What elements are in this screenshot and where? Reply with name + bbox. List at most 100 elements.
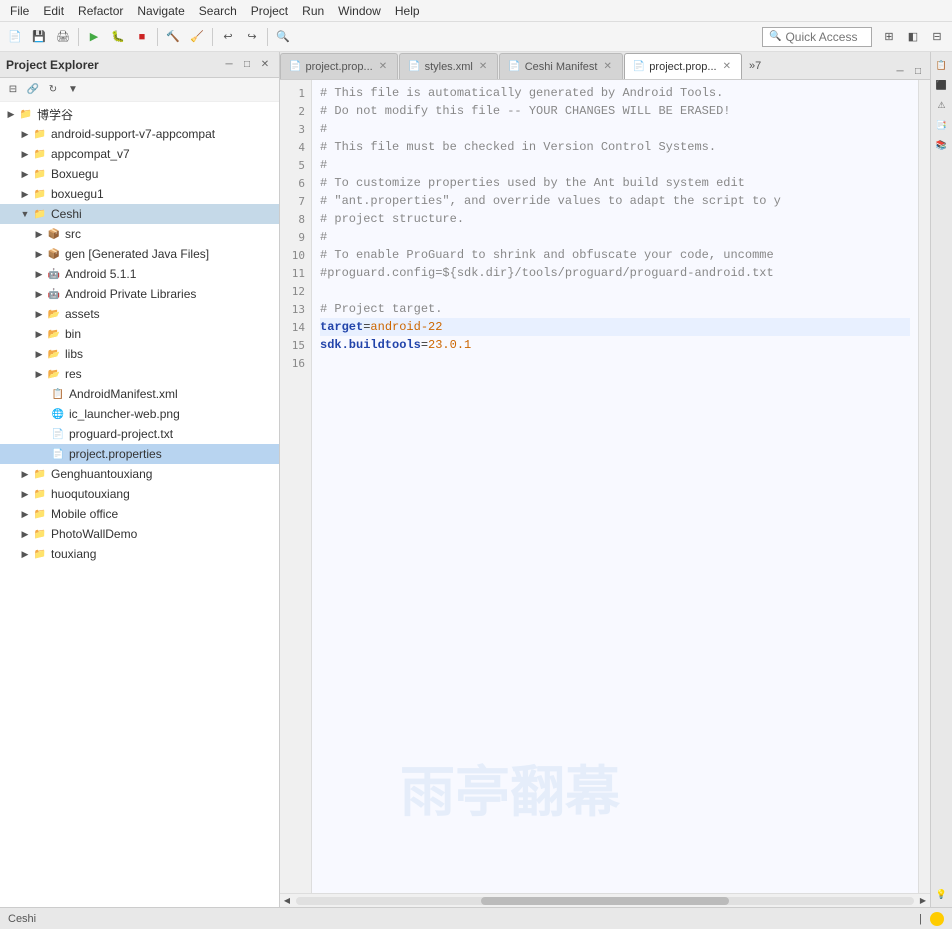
tab-label: Ceshi Manifest xyxy=(525,61,598,73)
clean-btn[interactable]: 🧹 xyxy=(186,26,208,48)
expand-arrow: ▶ xyxy=(18,129,32,140)
layout-btn[interactable]: ⊟ xyxy=(926,26,948,48)
problems-btn[interactable]: ⚠ xyxy=(933,96,951,114)
expand-arrow: ▶ xyxy=(32,369,46,380)
scroll-track[interactable] xyxy=(296,897,914,905)
tree-label: ic_launcher-web.png xyxy=(69,407,180,421)
project-icon: 📁 xyxy=(32,546,48,562)
tree-item-bin[interactable]: ▶ 📂 bin xyxy=(0,324,279,344)
menu-help[interactable]: Help xyxy=(389,2,426,20)
line-num-16: 16 xyxy=(280,354,311,372)
tree-item-src[interactable]: ▶ 📦 src xyxy=(0,224,279,244)
tree-item-touxiang[interactable]: ▶ 📁 touxiang xyxy=(0,544,279,564)
code-line-1: # This file is automatically generated b… xyxy=(320,84,910,102)
tab-overflow-button[interactable]: »7 xyxy=(743,53,767,79)
tab-styles[interactable]: 📄 styles.xml ✕ xyxy=(399,53,498,79)
scroll-right-arrow[interactable]: ▶ xyxy=(916,894,930,908)
new-btn[interactable]: 📄 xyxy=(4,26,26,48)
tree-label: appcompat_v7 xyxy=(51,147,130,161)
view-btn[interactable]: ◧ xyxy=(902,26,924,48)
line-num-4: 4 xyxy=(280,138,311,156)
tree-item-android-private[interactable]: ▶ 🤖 Android Private Libraries xyxy=(0,284,279,304)
outline-btn[interactable]: 📑 xyxy=(933,116,951,134)
scroll-thumb[interactable] xyxy=(481,897,728,905)
tab-close-btn[interactable]: ✕ xyxy=(601,60,613,73)
panel-menu-btn[interactable]: ▼ xyxy=(64,81,82,99)
console-btn[interactable]: ⬛ xyxy=(933,76,951,94)
menu-navigate[interactable]: Navigate xyxy=(131,2,190,20)
bottom-icon-btn[interactable]: 💡 xyxy=(933,885,951,903)
quick-access-input[interactable] xyxy=(785,30,865,44)
menu-file[interactable]: File xyxy=(4,2,35,20)
save-btn[interactable]: 💾 xyxy=(28,26,50,48)
tree-item-boxuegu1[interactable]: ▶ 📁 boxuegu1 xyxy=(0,184,279,204)
horizontal-scrollbar[interactable]: ◀ ▶ xyxy=(280,893,930,907)
tree-item-libs[interactable]: ▶ 📂 libs xyxy=(0,344,279,364)
expand-arrow: ▶ xyxy=(18,509,32,520)
menu-refactor[interactable]: Refactor xyxy=(72,2,129,20)
debug-btn[interactable]: 🐛 xyxy=(107,26,129,48)
code-text: # xyxy=(320,156,327,174)
tab-ceshi-manifest[interactable]: 📄 Ceshi Manifest ✕ xyxy=(499,53,623,79)
menu-run[interactable]: Run xyxy=(296,2,330,20)
tab-bar-minimize[interactable]: ─ xyxy=(892,63,908,79)
src-icon: 📦 xyxy=(46,226,62,242)
panel-minimize-btn[interactable]: ─ xyxy=(221,57,237,73)
tab-project-prop-active[interactable]: 📄 project.prop... ✕ xyxy=(624,53,742,79)
perspective-btn[interactable]: ⊞ xyxy=(878,26,900,48)
tree-item-android-support[interactable]: ▶ 📁 android-support-v7-appcompat xyxy=(0,124,279,144)
history-btn[interactable]: 📚 xyxy=(933,136,951,154)
menu-edit[interactable]: Edit xyxy=(37,2,70,20)
tree-item-博学谷[interactable]: ▶ 📁 博学谷 xyxy=(0,104,279,124)
tab-project-prop-1[interactable]: 📄 project.prop... ✕ xyxy=(280,53,398,79)
tree-item-Boxuegu[interactable]: ▶ 📁 Boxuegu xyxy=(0,164,279,184)
tree-item-android511[interactable]: ▶ 🤖 Android 5.1.1 xyxy=(0,264,279,284)
redo-btn[interactable]: ↪ xyxy=(241,26,263,48)
menu-window[interactable]: Window xyxy=(332,2,387,20)
line-num-3: 3 xyxy=(280,120,311,138)
folder-icon: 📂 xyxy=(46,366,62,382)
image-file-icon: 🌐 xyxy=(50,406,66,422)
stop-btn[interactable]: ■ xyxy=(131,26,153,48)
tab-close-btn[interactable]: ✕ xyxy=(721,60,733,73)
panel-close-btn[interactable]: ✕ xyxy=(257,57,273,73)
panel-maximize-btn[interactable]: □ xyxy=(239,57,255,73)
tree-item-res[interactable]: ▶ 📂 res xyxy=(0,364,279,384)
tree-item-assets[interactable]: ▶ 📂 assets xyxy=(0,304,279,324)
tree-item-androidmanifest[interactable]: 📋 AndroidManifest.xml xyxy=(0,384,279,404)
code-editor[interactable]: 1 2 3 4 5 6 7 8 9 10 11 12 13 14 15 16 #… xyxy=(280,80,930,893)
tree-item-gen[interactable]: ▶ 📦 gen [Generated Java Files] xyxy=(0,244,279,264)
sep3 xyxy=(212,28,213,46)
code-line-11: #proguard.config=${sdk.dir}/tools/progua… xyxy=(320,264,910,282)
search-toolbar-btn[interactable]: 🔍 xyxy=(272,26,294,48)
tab-bar-maximize[interactable]: □ xyxy=(910,63,926,79)
tree-label: Boxuegu xyxy=(51,167,98,181)
collapse-all-btn[interactable]: ⊟ xyxy=(4,81,22,99)
tab-label: project.prop... xyxy=(305,61,372,73)
build-btn[interactable]: 🔨 xyxy=(162,26,184,48)
scroll-left-arrow[interactable]: ◀ xyxy=(280,894,294,908)
tree-item-Genghuantouxiang[interactable]: ▶ 📁 Genghuantouxiang xyxy=(0,464,279,484)
run-btn[interactable]: ▶ xyxy=(83,26,105,48)
menu-search[interactable]: Search xyxy=(193,2,243,20)
tree-item-mobile-office[interactable]: ▶ 📁 Mobile office xyxy=(0,504,279,524)
sync-btn[interactable]: ↻ xyxy=(44,81,62,99)
print-btn[interactable]: 🖨 xyxy=(52,26,74,48)
tree-item-Ceshi[interactable]: ▼ 📁 Ceshi xyxy=(0,204,279,224)
tree-item-ic-launcher[interactable]: 🌐 ic_launcher-web.png xyxy=(0,404,279,424)
tab-close-btn[interactable]: ✕ xyxy=(477,60,489,73)
code-line-9: # xyxy=(320,228,910,246)
tree-item-appcompat[interactable]: ▶ 📁 appcompat_v7 xyxy=(0,144,279,164)
vertical-scrollbar[interactable] xyxy=(918,80,930,893)
quick-access-box[interactable]: 🔍 xyxy=(762,27,872,47)
menu-project[interactable]: Project xyxy=(245,2,294,20)
tree-item-huoqutouxiang[interactable]: ▶ 📁 huoqutouxiang xyxy=(0,484,279,504)
tree-item-PhotoWallDemo[interactable]: ▶ 📁 PhotoWallDemo xyxy=(0,524,279,544)
tab-close-btn[interactable]: ✕ xyxy=(377,60,389,73)
tasks-btn[interactable]: 📋 xyxy=(933,56,951,74)
tree-item-project-properties[interactable]: 📄 project.properties xyxy=(0,444,279,464)
tree-item-proguard[interactable]: 📄 proguard-project.txt xyxy=(0,424,279,444)
code-content-area[interactable]: # This file is automatically generated b… xyxy=(312,80,918,893)
link-editor-btn[interactable]: 🔗 xyxy=(24,81,42,99)
undo-btn[interactable]: ↩ xyxy=(217,26,239,48)
